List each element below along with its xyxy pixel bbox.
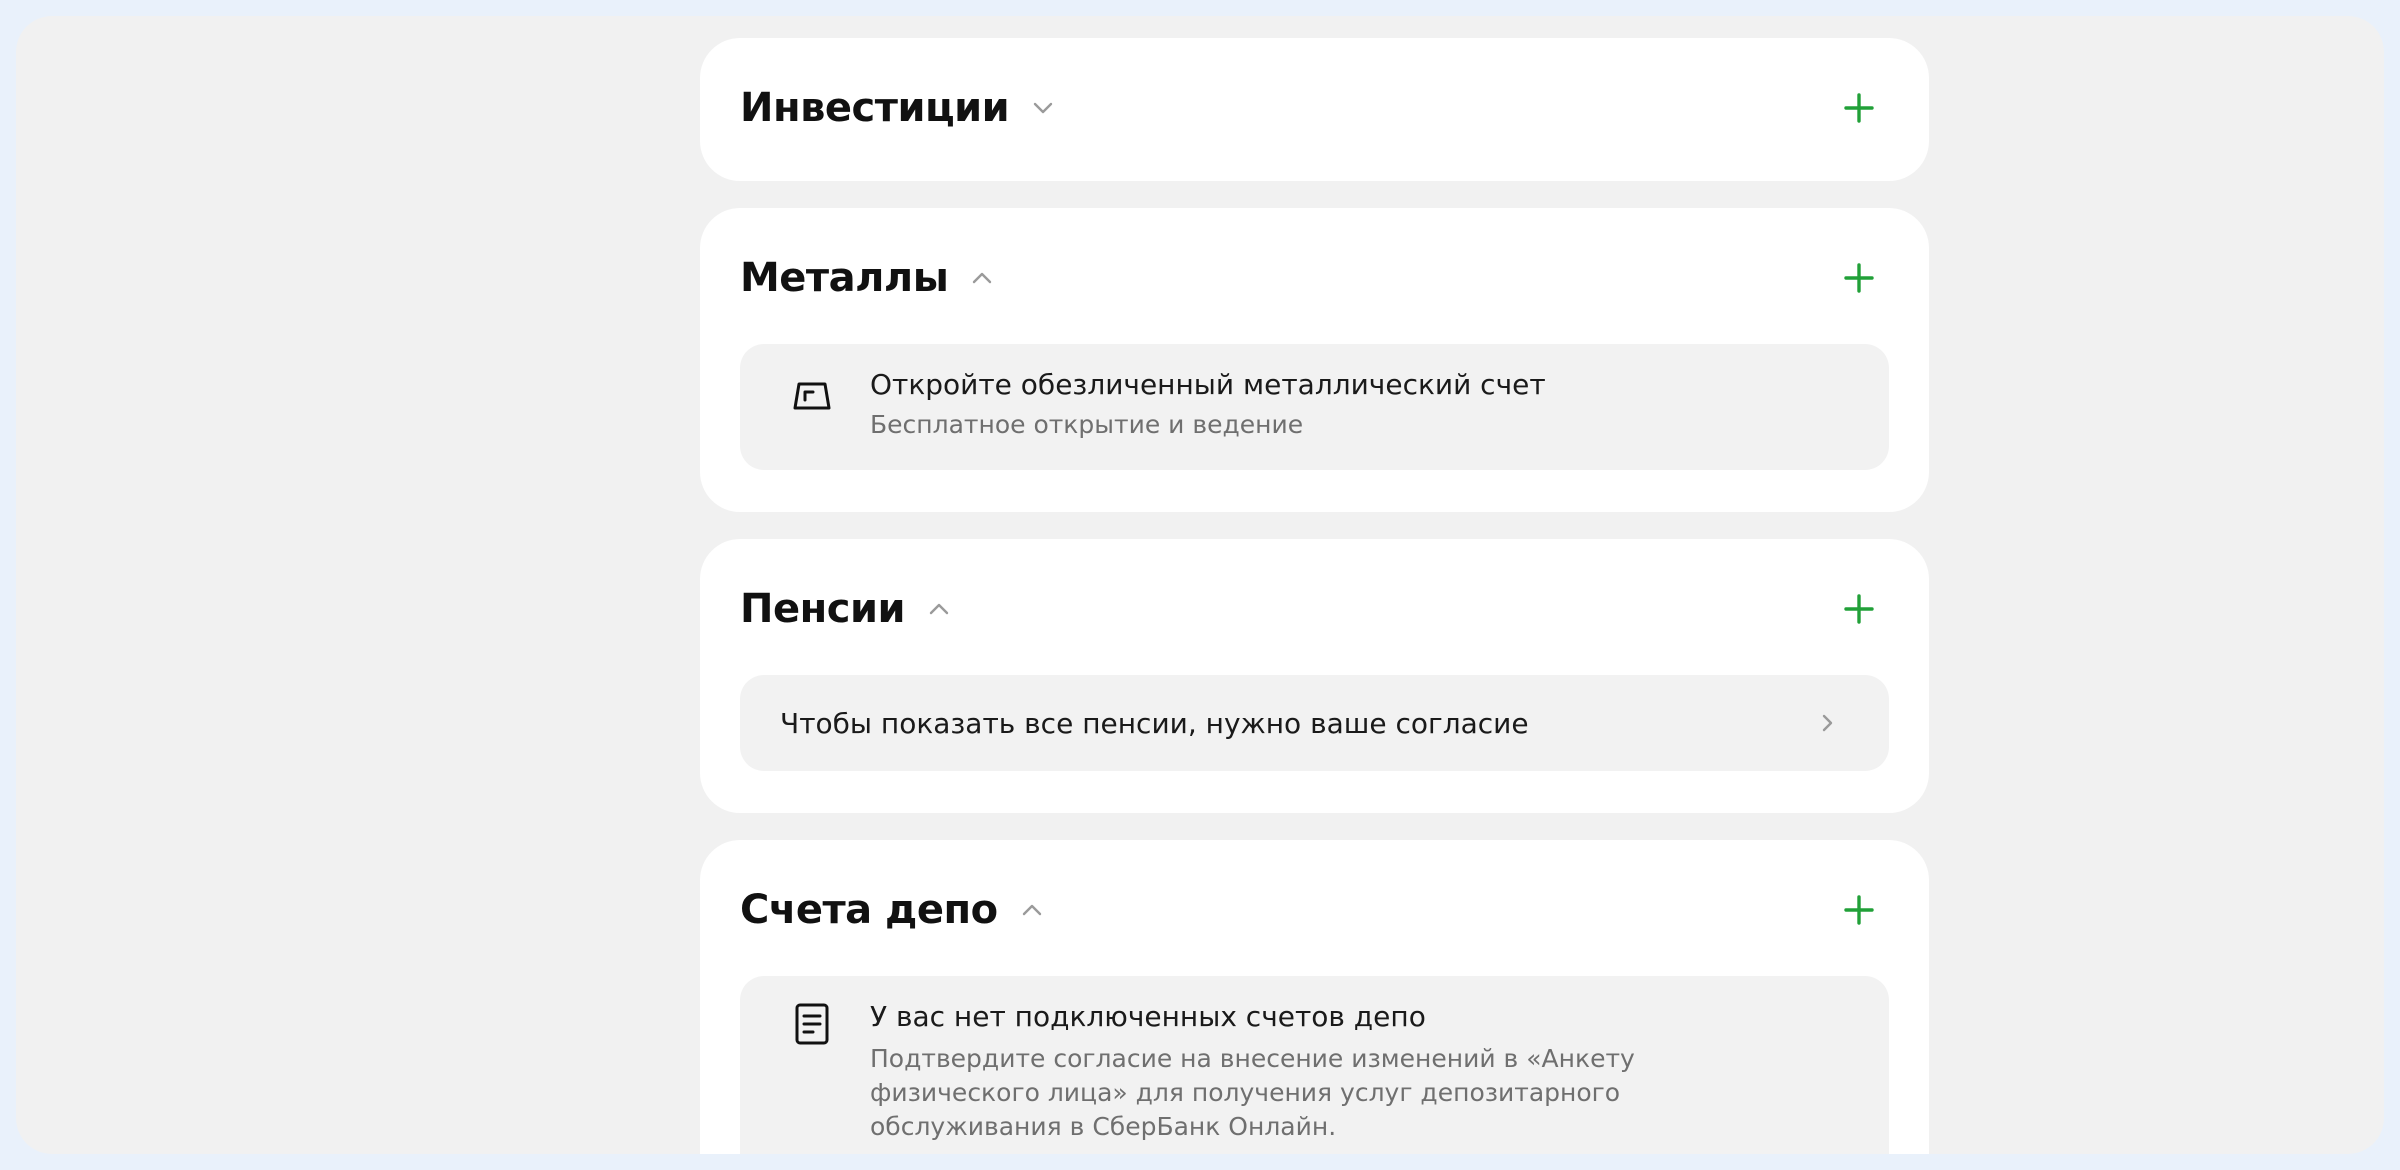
investments-card: Инвестиции (700, 38, 1929, 181)
depo-info-panel[interactable]: У вас нет подключенных счетов депо Подтв… (740, 976, 1889, 1154)
depo-card: Счета депо У вас нет подключенных счетов… (700, 840, 1929, 1154)
plus-icon (1844, 93, 1874, 123)
investments-header[interactable]: Инвестиции (740, 78, 1889, 138)
pensions-header[interactable]: Пенсии (740, 579, 1889, 639)
depo-panel-title: У вас нет подключенных счетов депо (870, 1000, 1426, 1033)
add-depo-account-button[interactable] (1829, 880, 1889, 940)
pension-consent-text: Чтобы показать все пенсии, нужно ваше со… (780, 706, 1529, 740)
metals-card: Металлы Откройте обезличенный металличес… (700, 208, 1929, 512)
pension-consent-panel[interactable]: Чтобы показать все пенсии, нужно ваше со… (740, 675, 1889, 771)
pensions-title: Пенсии (740, 586, 906, 632)
add-investment-button[interactable] (1829, 78, 1889, 138)
add-pension-button[interactable] (1829, 579, 1889, 639)
chevron-right-icon (1815, 711, 1839, 735)
page-viewport: Инвестиции Металлы Откройте обезличенный… (16, 16, 2384, 1154)
plus-icon (1844, 895, 1874, 925)
metal-panel-title: Откройте обезличенный металлический счет (870, 368, 1546, 401)
open-metal-account-panel[interactable]: Откройте обезличенный металлический счет… (740, 344, 1889, 470)
depo-panel-subtitle: Подтвердите согласие на внесение изменен… (870, 1044, 1635, 1141)
investments-title: Инвестиции (740, 85, 1010, 131)
screen-frame: Инвестиции Металлы Откройте обезличенный… (0, 0, 2400, 1170)
depo-header[interactable]: Счета депо (740, 880, 1889, 940)
metals-title: Металлы (740, 255, 949, 301)
add-metal-account-button[interactable] (1829, 248, 1889, 308)
chevron-down-icon[interactable] (1031, 96, 1055, 120)
chevron-up-icon[interactable] (1020, 898, 1044, 922)
metal-panel-subtitle: Бесплатное открытие и ведение (870, 410, 1304, 439)
pensions-card: Пенсии Чтобы показать все пенсии, нужно … (700, 539, 1929, 813)
metals-header[interactable]: Металлы (740, 248, 1889, 308)
plus-icon (1844, 594, 1874, 624)
document-icon (790, 1002, 834, 1046)
chevron-up-icon[interactable] (927, 597, 951, 621)
metal-ingot-icon (790, 374, 834, 418)
chevron-up-icon[interactable] (970, 266, 994, 290)
depo-title: Счета депо (740, 887, 998, 933)
plus-icon (1844, 263, 1874, 293)
